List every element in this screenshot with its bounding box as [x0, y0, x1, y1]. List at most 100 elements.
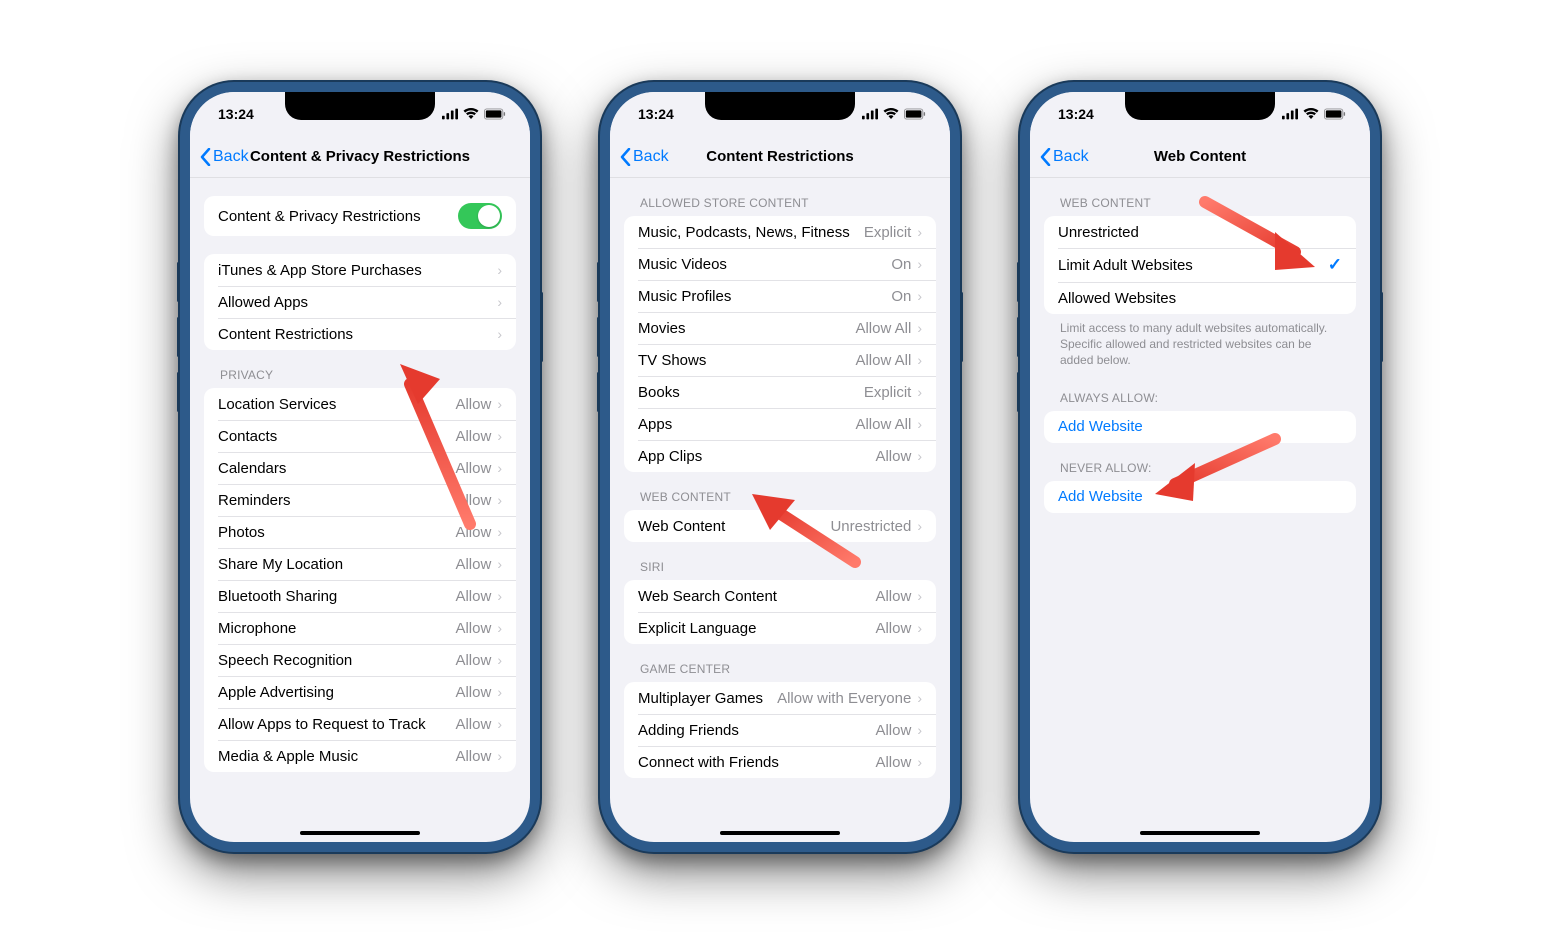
allowed-store-row[interactable]: TV ShowsAllow All›	[624, 344, 936, 376]
back-button[interactable]: Back	[200, 148, 249, 166]
phone-frame-2: 13:24 Back Content Restrictions Allowed …	[600, 82, 960, 852]
battery-icon	[484, 108, 506, 120]
toggle-group: Content & Privacy Restrictions	[204, 196, 516, 236]
back-button[interactable]: Back	[620, 148, 669, 166]
game-center-row[interactable]: Connect with FriendsAllow›	[624, 746, 936, 778]
chevron-right-icon: ›	[917, 320, 922, 336]
chevron-right-icon: ›	[917, 352, 922, 368]
cellular-icon	[442, 108, 458, 120]
allowed-store-row[interactable]: MoviesAllow All›	[624, 312, 936, 344]
row-label: Photos	[218, 524, 455, 541]
game-center-row[interactable]: Multiplayer GamesAllow with Everyone›	[624, 682, 936, 714]
row-value: Allow with Everyone	[777, 690, 911, 707]
chevron-right-icon: ›	[917, 448, 922, 464]
phone-frame-1: 13:24 Back Content & Privacy Restriction…	[180, 82, 540, 852]
home-indicator[interactable]	[1140, 831, 1260, 835]
game-center-header: Game Center	[610, 644, 950, 682]
content-restrictions-row[interactable]: Content Restrictions ›	[204, 318, 516, 350]
back-label: Back	[1053, 148, 1089, 166]
privacy-row[interactable]: Share My LocationAllow›	[204, 548, 516, 580]
add-website-label: Add Website	[1058, 488, 1342, 505]
chevron-right-icon: ›	[497, 684, 502, 700]
chevron-right-icon: ›	[497, 652, 502, 668]
web-content-row[interactable]: Web ContentUnrestricted›	[624, 510, 936, 542]
chevron-right-icon: ›	[497, 524, 502, 540]
notch	[1125, 92, 1275, 120]
row-label: Music, Podcasts, News, Fitness	[638, 224, 864, 241]
siri-row[interactable]: Explicit LanguageAllow›	[624, 612, 936, 644]
row-value: Allow	[875, 588, 911, 605]
add-website-always[interactable]: Add Website	[1044, 411, 1356, 443]
row-label: Contacts	[218, 428, 455, 445]
add-website-never[interactable]: Add Website	[1044, 481, 1356, 513]
chevron-right-icon: ›	[497, 428, 502, 444]
allowed-store-group: Music, Podcasts, News, FitnessExplicit›M…	[624, 216, 936, 472]
row-label: Media & Apple Music	[218, 748, 455, 765]
nav-bar: Back Content & Privacy Restrictions	[190, 136, 530, 178]
allowed-store-row[interactable]: AppsAllow All›	[624, 408, 936, 440]
status-icons	[1282, 108, 1346, 120]
status-time: 13:24	[218, 106, 254, 122]
screen-1: 13:24 Back Content & Privacy Restriction…	[190, 92, 530, 842]
privacy-row[interactable]: Media & Apple MusicAllow›	[204, 740, 516, 772]
notch	[285, 92, 435, 120]
wifi-icon	[883, 108, 899, 120]
allowed-store-row[interactable]: App ClipsAllow›	[624, 440, 936, 472]
game-center-row[interactable]: Adding FriendsAllow›	[624, 714, 936, 746]
allowed-store-row[interactable]: BooksExplicit›	[624, 376, 936, 408]
screen-2: 13:24 Back Content Restrictions Allowed …	[610, 92, 950, 842]
option-label: Limit Adult Websites	[1058, 257, 1328, 274]
privacy-row[interactable]: Speech RecognitionAllow›	[204, 644, 516, 676]
web-content-options-group: Unrestricted Limit Adult Websites ✓ Allo…	[1044, 216, 1356, 314]
home-indicator[interactable]	[300, 831, 420, 835]
chevron-right-icon: ›	[497, 396, 502, 412]
row-value: Allow	[875, 620, 911, 637]
restrictions-toggle-row[interactable]: Content & Privacy Restrictions	[204, 196, 516, 236]
siri-group: Web Search ContentAllow›Explicit Languag…	[624, 580, 936, 644]
itunes-purchases-row[interactable]: iTunes & App Store Purchases ›	[204, 254, 516, 286]
toggle-switch[interactable]	[458, 203, 502, 229]
privacy-row[interactable]: PhotosAllow›	[204, 516, 516, 548]
privacy-row[interactable]: CalendarsAllow›	[204, 452, 516, 484]
row-value: Unrestricted	[830, 518, 911, 535]
battery-icon	[1324, 108, 1346, 120]
allowed-store-row[interactable]: Music VideosOn›	[624, 248, 936, 280]
back-button[interactable]: Back	[1040, 148, 1089, 166]
row-label: Allow Apps to Request to Track	[218, 716, 455, 733]
row-value: Explicit	[864, 224, 912, 241]
chevron-right-icon: ›	[917, 722, 922, 738]
chevron-right-icon: ›	[497, 262, 502, 278]
siri-row[interactable]: Web Search ContentAllow›	[624, 580, 936, 612]
privacy-row[interactable]: Bluetooth SharingAllow›	[204, 580, 516, 612]
web-content-header: Web Content	[610, 472, 950, 510]
allowed-store-row[interactable]: Music, Podcasts, News, FitnessExplicit›	[624, 216, 936, 248]
chevron-right-icon: ›	[497, 460, 502, 476]
privacy-row[interactable]: RemindersAllow›	[204, 484, 516, 516]
row-value: Allow	[455, 396, 491, 413]
screen-3: 13:24 Back Web Content Web Content Unres…	[1030, 92, 1370, 842]
chevron-right-icon: ›	[497, 326, 502, 342]
allowed-store-row[interactable]: Music ProfilesOn›	[624, 280, 936, 312]
never-allow-group: Add Website	[1044, 481, 1356, 513]
privacy-row[interactable]: Allow Apps to Request to TrackAllow›	[204, 708, 516, 740]
privacy-row[interactable]: Location ServicesAllow›	[204, 388, 516, 420]
row-label: Music Videos	[638, 256, 891, 273]
privacy-row[interactable]: ContactsAllow ›	[204, 420, 516, 452]
status-icons	[442, 108, 506, 120]
privacy-row[interactable]: Apple AdvertisingAllow›	[204, 676, 516, 708]
row-label: Music Profiles	[638, 288, 891, 305]
row-label: Allowed Apps	[218, 294, 497, 311]
allowed-websites-option[interactable]: Allowed Websites	[1044, 282, 1356, 314]
allowed-apps-row[interactable]: Allowed Apps ›	[204, 286, 516, 318]
row-label: Apple Advertising	[218, 684, 455, 701]
privacy-row[interactable]: MicrophoneAllow›	[204, 612, 516, 644]
row-value: Allow	[455, 652, 491, 669]
unrestricted-option[interactable]: Unrestricted	[1044, 216, 1356, 248]
row-value: Allow	[455, 428, 491, 445]
row-label: Books	[638, 384, 864, 401]
web-content-group: Web ContentUnrestricted›	[624, 510, 936, 542]
row-label: Connect with Friends	[638, 754, 875, 771]
limit-adult-option[interactable]: Limit Adult Websites ✓	[1044, 248, 1356, 282]
home-indicator[interactable]	[720, 831, 840, 835]
row-value: Allow	[455, 460, 491, 477]
